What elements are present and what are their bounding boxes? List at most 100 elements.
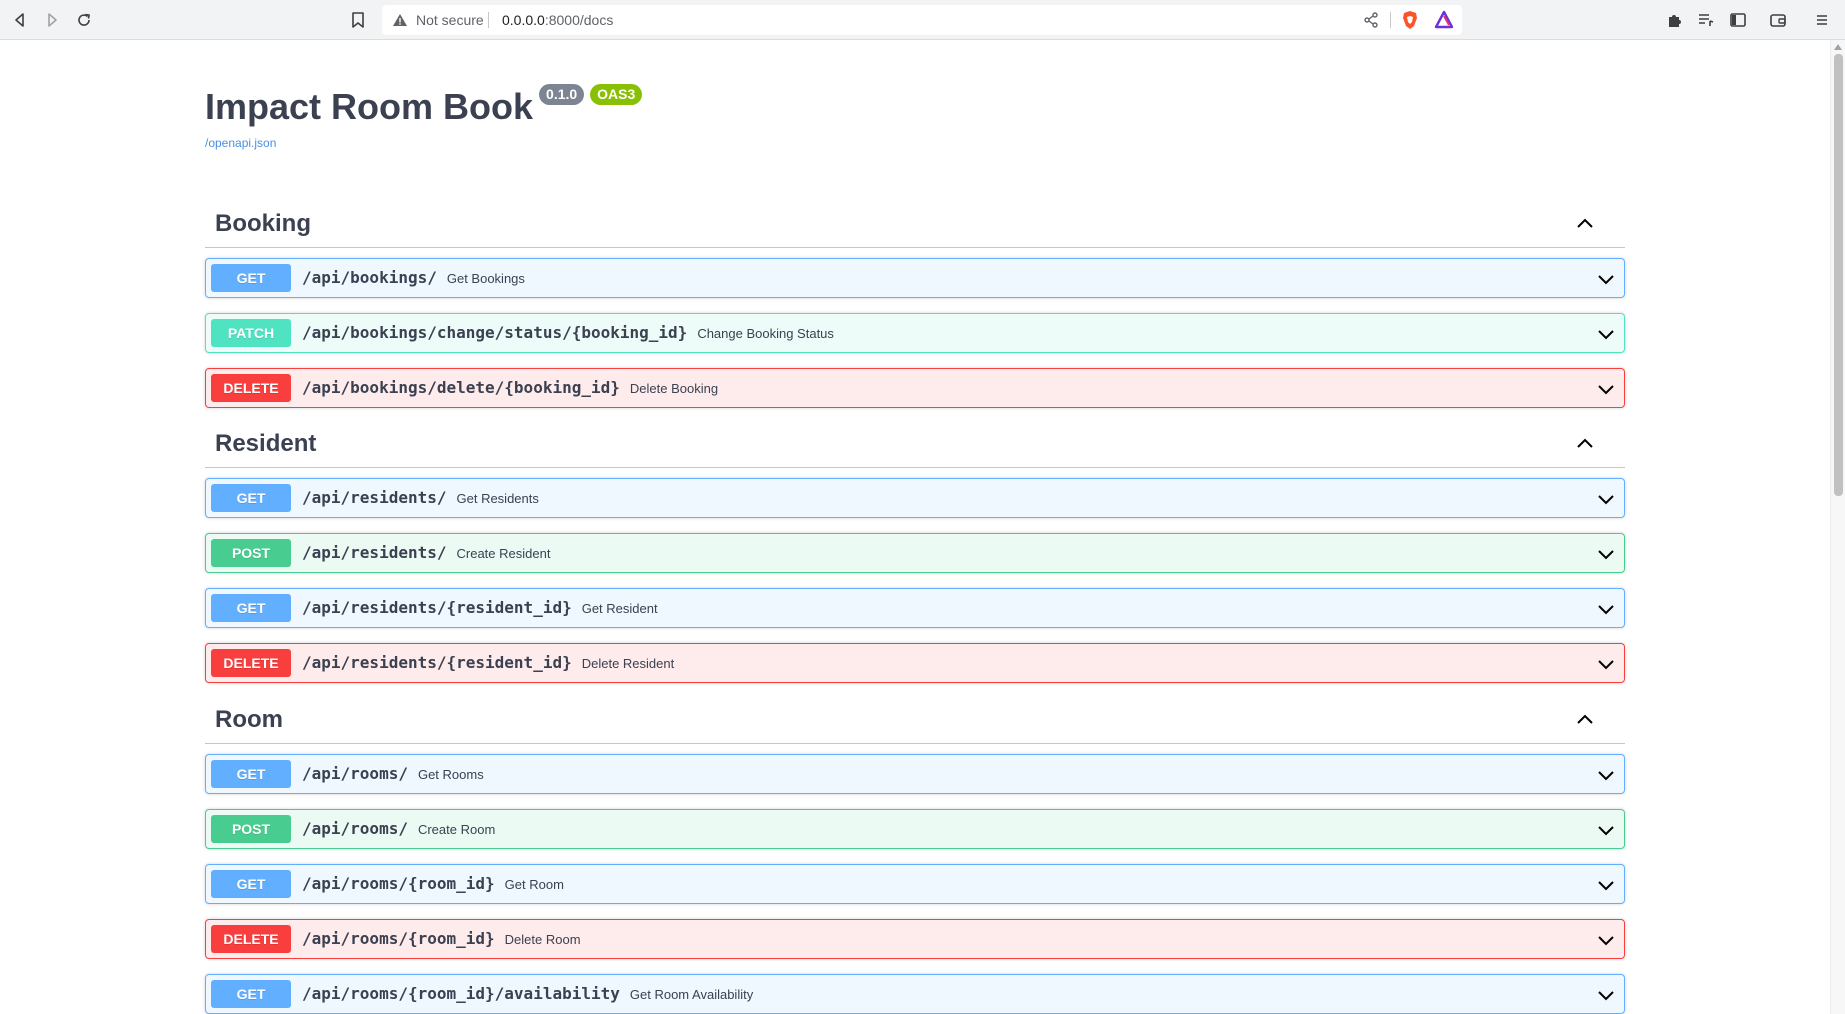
operation-get[interactable]: GET/api/rooms/Get Rooms xyxy=(205,754,1625,794)
path-text: /api/rooms/ xyxy=(302,764,408,783)
method-badge[interactable]: DELETE xyxy=(211,925,291,953)
chevron-down-icon[interactable] xyxy=(1596,765,1616,785)
operation-summary: Delete Resident xyxy=(581,656,675,671)
scroll-up-arrow[interactable] xyxy=(1834,44,1842,50)
warning-icon[interactable] xyxy=(392,12,408,28)
brave-shields-icon[interactable] xyxy=(1400,10,1420,30)
operation-summary: Delete Booking xyxy=(629,381,719,396)
path-text: /api/bookings/change/status/{booking_id} xyxy=(302,323,688,342)
path-text: /api/rooms/{room_id}/availability xyxy=(302,984,620,1003)
operation-summary: Get Residents xyxy=(456,491,539,506)
operation-path[interactable]: /api/residents/{resident_id} Delete Resid… xyxy=(302,653,674,672)
chevron-down-icon[interactable] xyxy=(1596,324,1616,344)
oas-badge: OAS3 xyxy=(590,84,643,105)
method-badge[interactable]: GET xyxy=(211,264,291,292)
operation-get[interactable]: GET/api/rooms/{room_id} Get Room xyxy=(205,864,1625,904)
url-text[interactable]: 0.0.0.0:8000/docs xyxy=(502,12,613,28)
divider xyxy=(488,12,489,28)
operation-summary: Create Room xyxy=(417,822,496,837)
path-text: /api/bookings/ xyxy=(302,268,437,287)
operation-path[interactable]: /api/bookings/delete/{booking_id} Delete … xyxy=(302,378,718,397)
chevron-down-icon[interactable] xyxy=(1596,599,1616,619)
chevron-down-icon[interactable] xyxy=(1596,930,1616,950)
openapi-json-link[interactable]: /openapi.json xyxy=(205,136,276,150)
method-badge[interactable]: POST xyxy=(211,539,291,567)
operation-path[interactable]: /api/rooms/{room_id} Get Room xyxy=(302,874,564,893)
operation-get[interactable]: GET/api/residents/{resident_id} Get Resid… xyxy=(205,588,1625,628)
operation-path[interactable]: /api/rooms/{room_id}/availability Get Roo… xyxy=(302,984,753,1003)
operation-path[interactable]: /api/residents/{resident_id} Get Resident xyxy=(302,598,658,617)
chevron-down-icon[interactable] xyxy=(1596,654,1616,674)
browser-toolbar: Not secure 0.0.0.0:8000/docs xyxy=(0,0,1845,40)
operation-path[interactable]: /api/rooms/Get Rooms xyxy=(302,764,484,783)
extensions-icon[interactable] xyxy=(1665,10,1685,30)
path-text: /api/rooms/{room_id} xyxy=(302,929,495,948)
path-text: /api/residents/ xyxy=(302,488,447,507)
method-badge[interactable]: DELETE xyxy=(211,374,291,402)
operation-summary: Get Resident xyxy=(581,601,658,616)
sidebar-icon[interactable] xyxy=(1728,10,1748,30)
chevron-up-icon[interactable] xyxy=(1575,214,1595,234)
operation-summary: Get Rooms xyxy=(417,767,484,782)
page-scrollbar[interactable] xyxy=(1830,40,1845,1014)
method-badge[interactable]: GET xyxy=(211,484,291,512)
operation-get[interactable]: GET/api/bookings/Get Bookings xyxy=(205,258,1625,298)
operation-path[interactable]: /api/rooms/{room_id} Delete Room xyxy=(302,929,581,948)
operation-summary: Change Booking Status xyxy=(697,326,834,341)
chevron-down-icon[interactable] xyxy=(1596,544,1616,564)
tag-header-resident[interactable]: Resident xyxy=(205,420,1625,468)
forward-icon[interactable] xyxy=(42,10,62,30)
url-host: 0.0.0.0 xyxy=(502,12,545,28)
chevron-up-icon[interactable] xyxy=(1575,710,1595,730)
operation-summary: Get Room xyxy=(504,877,564,892)
method-badge[interactable]: GET xyxy=(211,760,291,788)
address-bar[interactable]: Not secure 0.0.0.0:8000/docs xyxy=(382,5,1462,35)
wallet-icon[interactable] xyxy=(1768,10,1788,30)
method-badge[interactable]: DELETE xyxy=(211,649,291,677)
share-icon[interactable] xyxy=(1362,11,1380,29)
path-text: /api/residents/ xyxy=(302,543,447,562)
tag-name: Booking xyxy=(215,210,311,237)
operation-path[interactable]: /api/rooms/Create Room xyxy=(302,819,495,838)
chevron-down-icon[interactable] xyxy=(1596,985,1616,1005)
operation-path[interactable]: /api/residents/Get Residents xyxy=(302,488,539,507)
operation-path[interactable]: /api/bookings/Get Bookings xyxy=(302,268,525,287)
reload-icon[interactable] xyxy=(74,10,94,30)
operation-path[interactable]: /api/residents/Create Resident xyxy=(302,543,550,562)
tag-header-booking[interactable]: Booking xyxy=(205,200,1625,248)
playlist-icon[interactable] xyxy=(1696,10,1716,30)
scroll-thumb[interactable] xyxy=(1834,54,1843,496)
bookmark-icon[interactable] xyxy=(350,11,366,29)
method-badge[interactable]: PATCH xyxy=(211,319,291,347)
divider xyxy=(1390,12,1391,28)
operation-get[interactable]: GET/api/rooms/{room_id}/availability Get … xyxy=(205,974,1625,1014)
security-label[interactable]: Not secure xyxy=(416,12,484,28)
operation-patch[interactable]: PATCH/api/bookings/change/status/{bookin… xyxy=(205,313,1625,353)
method-badge[interactable]: GET xyxy=(211,870,291,898)
menu-icon[interactable] xyxy=(1812,10,1832,30)
operation-post[interactable]: POST/api/residents/Create Resident xyxy=(205,533,1625,573)
chevron-down-icon[interactable] xyxy=(1596,379,1616,399)
method-badge[interactable]: POST xyxy=(211,815,291,843)
chevron-down-icon[interactable] xyxy=(1596,820,1616,840)
info-header: Impact Room Book 0.1.0 OAS3 xyxy=(205,84,643,130)
operation-delete[interactable]: DELETE/api/bookings/delete/{booking_id} D… xyxy=(205,368,1625,408)
method-badge[interactable]: GET xyxy=(211,980,291,1008)
tag-header-room[interactable]: Room xyxy=(205,696,1625,744)
chevron-down-icon[interactable] xyxy=(1596,875,1616,895)
brave-rewards-icon[interactable] xyxy=(1434,10,1454,30)
path-text: /api/rooms/ xyxy=(302,819,408,838)
api-title: Impact Room Book xyxy=(205,86,534,127)
chevron-down-icon[interactable] xyxy=(1596,489,1616,509)
back-icon[interactable] xyxy=(10,10,30,30)
version-badge: 0.1.0 xyxy=(539,84,585,105)
operation-path[interactable]: /api/bookings/change/status/{booking_id}… xyxy=(302,323,834,342)
operation-delete[interactable]: DELETE/api/rooms/{room_id} Delete Room xyxy=(205,919,1625,959)
chevron-up-icon[interactable] xyxy=(1575,434,1595,454)
method-badge[interactable]: GET xyxy=(211,594,291,622)
operation-post[interactable]: POST/api/rooms/Create Room xyxy=(205,809,1625,849)
operation-delete[interactable]: DELETE/api/residents/{resident_id} Delete… xyxy=(205,643,1625,683)
operation-summary: Create Resident xyxy=(456,546,551,561)
operation-get[interactable]: GET/api/residents/Get Residents xyxy=(205,478,1625,518)
chevron-down-icon[interactable] xyxy=(1596,269,1616,289)
